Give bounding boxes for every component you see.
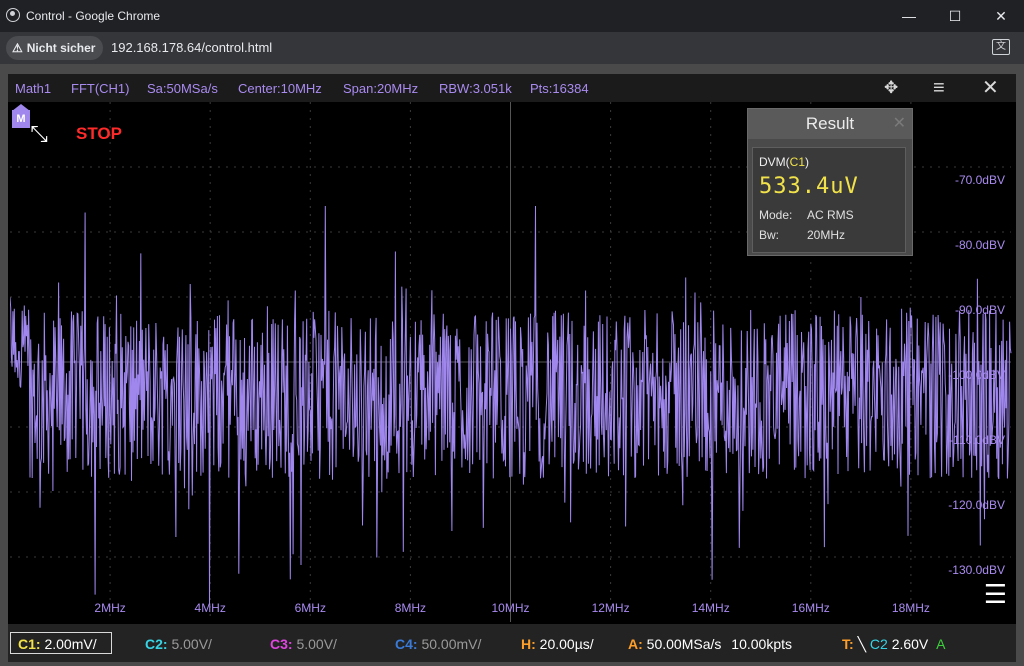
fft-plot[interactable]: 2MHz 4MHz 6MHz 8MHz 10MHz 12MHz 14MHz 16MHz 18MH… xyxy=(10,102,1013,622)
points: Pts:16384 xyxy=(530,81,589,96)
y-tick-label: -90.0dBV xyxy=(955,303,1005,317)
y-tick-label: -80.0dBV xyxy=(955,238,1005,252)
c4-status[interactable]: C4: 50.00mV/ xyxy=(395,636,481,652)
c1-status[interactable]: C1: 2.00mV/ xyxy=(18,636,97,652)
x-tick-label: 14MHz xyxy=(692,601,730,615)
center-frequency: Center:10MHz xyxy=(238,81,322,96)
touch-pointer-icon[interactable]: ✥ xyxy=(884,78,898,98)
y-tick-label: -130.0dBV xyxy=(948,563,1005,577)
window-title: Control - Google Chrome xyxy=(26,9,161,23)
security-chip[interactable]: ⚠ Nicht sicher xyxy=(6,36,104,60)
math-info-bar: Math1 FFT(CH1) Sa:50MSa/s Center:10MHz S… xyxy=(8,74,1016,102)
translate-icon[interactable]: 文 xyxy=(992,39,1010,55)
channel-status-bar: C1: 2.00mV/ C2: 5.00V/ C3: 5.00V/ C4: 50… xyxy=(8,624,1016,662)
c2-status[interactable]: C2: 5.00V/ xyxy=(145,636,212,652)
c3-status[interactable]: C3: 5.00V/ xyxy=(270,636,337,652)
scope-app: Math1 FFT(CH1) Sa:50MSa/s Center:10MHz S… xyxy=(8,74,1016,662)
horizontal-status[interactable]: H: 20.00µs/ xyxy=(521,636,594,652)
y-tick-label: -100.0dBV xyxy=(948,368,1005,382)
close-icon[interactable]: ✕ xyxy=(982,78,999,98)
sample-rate: Sa:50MSa/s xyxy=(147,81,218,96)
address-bar: ⚠ Nicht sicher 192.168.178.64/control.htm… xyxy=(0,32,1024,64)
x-tick-label: 16MHz xyxy=(792,601,830,615)
browser-titlebar: Control - Google Chrome — ☐ ✕ xyxy=(0,0,1024,32)
y-tick-label: -110.0dBV xyxy=(949,433,1005,447)
math-label[interactable]: Math1 xyxy=(15,81,51,96)
dvm-label: DVM(C1) xyxy=(759,155,810,169)
falling-edge-icon: ╲ xyxy=(857,636,866,652)
span: Span:20MHz xyxy=(343,81,419,96)
y-tick-label: -70.0dBV xyxy=(955,173,1005,187)
close-window-button[interactable]: ✕ xyxy=(978,0,1024,32)
maximize-button[interactable]: ☐ xyxy=(932,0,978,32)
url-field[interactable]: 192.168.178.64/control.html xyxy=(111,40,272,55)
warning-icon: ⚠ xyxy=(12,41,23,55)
x-tick-label: 6MHz xyxy=(295,601,326,615)
x-tick-label: 4MHz xyxy=(195,601,226,615)
side-menu-icon[interactable]: ☰ xyxy=(984,579,1007,610)
result-title[interactable]: Result xyxy=(748,109,912,139)
dvm-box: DVM(C1) 533.4uV Mode: AC RMS Bw: 20MHz xyxy=(752,147,906,253)
fft-label: FFT(CH1) xyxy=(71,81,130,96)
run-state[interactable]: STOP xyxy=(76,124,122,144)
security-label: Nicht sicher xyxy=(26,41,96,55)
globe-icon xyxy=(6,8,20,22)
x-tick-label: 18MHz xyxy=(892,601,930,615)
result-panel: Result ✕ DVM(C1) 533.4uV Mode: AC RMS Bw:… xyxy=(747,108,913,256)
x-tick-label: 12MHz xyxy=(592,601,630,615)
x-tick-label: 8MHz xyxy=(395,601,426,615)
y-tick-label: -120.0dBV xyxy=(948,498,1005,512)
x-tick-label: 10MHz xyxy=(491,601,529,615)
mode-row: Mode: AC RMS xyxy=(759,208,854,222)
menu-icon[interactable]: ≡ xyxy=(933,78,945,98)
minimize-button[interactable]: — xyxy=(886,0,932,32)
page-area: Math1 FFT(CH1) Sa:50MSa/s Center:10MHz S… xyxy=(0,64,1024,666)
result-close-icon[interactable]: ✕ xyxy=(893,113,906,133)
dvm-value: 533.4uV xyxy=(759,174,859,199)
bw-row: Bw: 20MHz xyxy=(759,228,846,242)
trigger-status[interactable]: T: ╲ C2 2.60V A xyxy=(842,636,946,653)
acquire-status[interactable]: A: 50.00MSa/s 10.00kpts xyxy=(628,636,792,652)
rbw: RBW:3.051k xyxy=(439,81,512,96)
shrink-icon[interactable]: ⤡ xyxy=(25,120,53,148)
x-tick-label: 2MHz xyxy=(94,601,125,615)
